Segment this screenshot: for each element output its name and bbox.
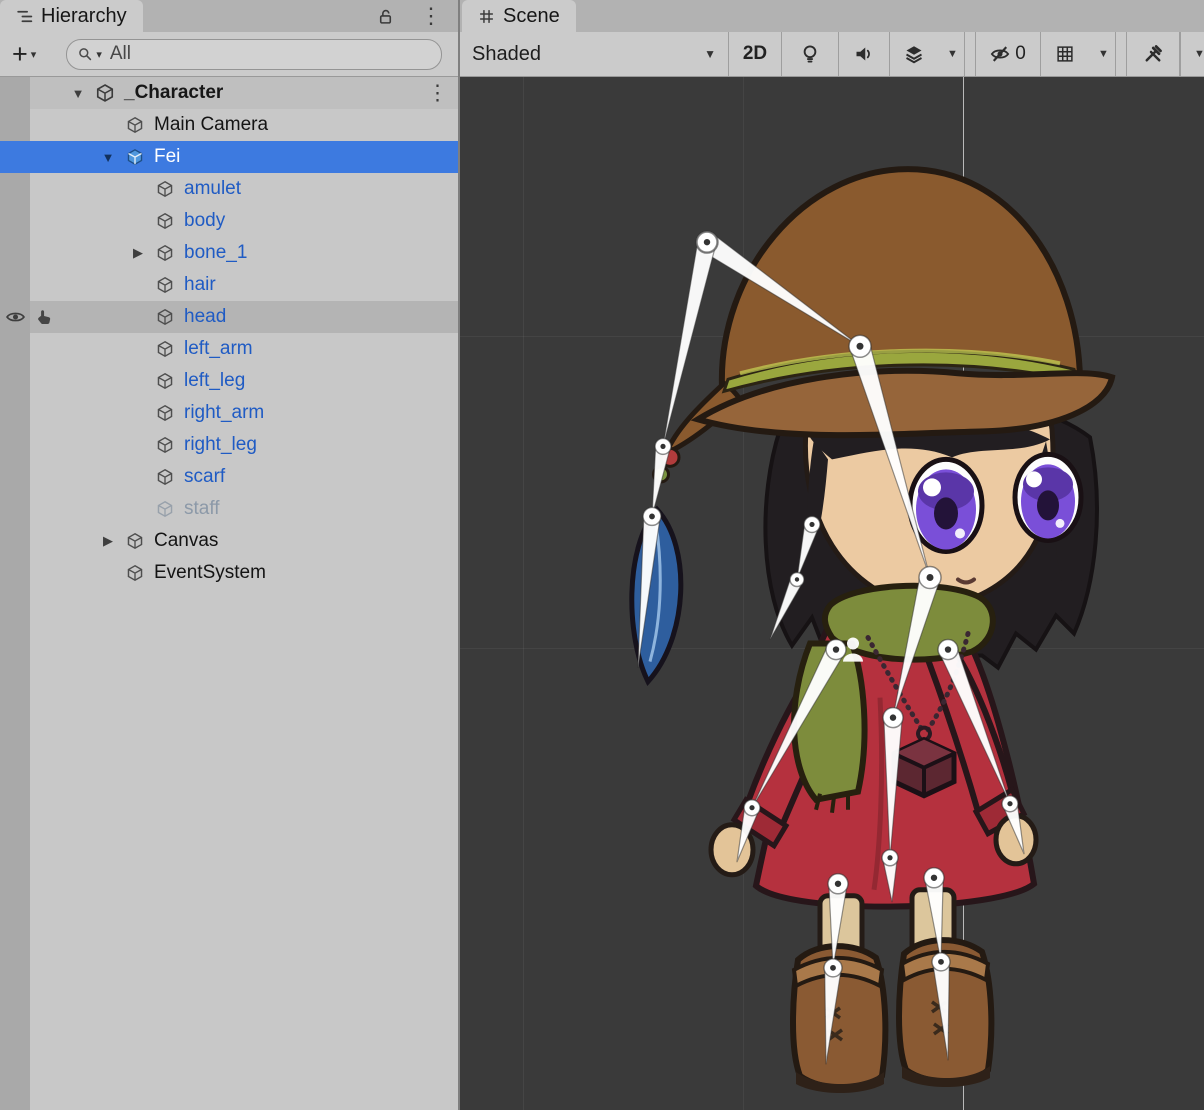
prefab-cube-icon <box>122 148 148 166</box>
tool-settings-button[interactable] <box>1126 32 1180 76</box>
expand-triangle-icon[interactable]: ▼ <box>64 86 92 101</box>
grid-visibility-button[interactable] <box>1041 32 1089 76</box>
hierarchy-toolbar: + ▾ ▾ <box>0 32 458 77</box>
gameobject-cube-icon <box>122 116 148 134</box>
grid-snap-icon <box>1055 44 1075 64</box>
light-bulb-icon <box>800 44 820 64</box>
audio-toggle-button[interactable] <box>839 32 890 76</box>
scene-tab-bar: Scene <box>460 0 1204 32</box>
character-sprite-fei <box>460 77 1204 1110</box>
gameobject-cube-icon <box>152 276 178 294</box>
hierarchy-item-amulet[interactable]: amulet <box>0 173 458 205</box>
tab-scene-label: Scene <box>503 5 560 28</box>
wizard-hat <box>666 169 1112 453</box>
chevron-down-icon: ▼ <box>947 48 958 60</box>
audio-speaker-icon <box>854 44 874 64</box>
gameobject-cube-icon <box>152 244 178 262</box>
hierarchy-item-bone-1[interactable]: ▶ bone_1 <box>0 237 458 269</box>
gameobject-cube-icon <box>152 500 178 518</box>
scene-grid-icon <box>478 8 495 25</box>
scene-panel: Scene Shaded ▼ 2D ▼ <box>458 0 1204 1110</box>
create-object-button[interactable]: + ▾ <box>8 41 40 68</box>
scene-name-label: _Character <box>124 82 223 104</box>
hierarchy-item-canvas[interactable]: ▶ Canvas <box>0 525 458 557</box>
hidden-count-label: 0 <box>1015 43 1026 65</box>
hierarchy-item-right-arm[interactable]: right_arm <box>0 397 458 429</box>
unity-logo-icon <box>92 83 118 103</box>
hierarchy-item-scarf[interactable]: scarf <box>0 461 458 493</box>
unity-editor: Hierarchy ⋮ + ▾ ▾ ▼ <box>0 0 1204 1110</box>
chevron-down-icon: ▼ <box>704 47 716 61</box>
gameobject-cube-icon <box>152 404 178 422</box>
2d-toggle-button[interactable]: 2D <box>729 32 782 76</box>
right-eye <box>1015 454 1081 540</box>
hierarchy-item-right-leg[interactable]: right_leg <box>0 429 458 461</box>
chevron-down-icon: ▼ <box>1098 48 1109 60</box>
left-eye <box>910 459 982 551</box>
search-input[interactable] <box>108 42 431 66</box>
gameobject-cube-icon <box>152 308 178 326</box>
hierarchy-panel: Hierarchy ⋮ + ▾ ▾ ▼ <box>0 0 458 1110</box>
expand-triangle-icon[interactable]: ▼ <box>94 150 122 165</box>
expand-triangle-icon[interactable]: ▶ <box>124 245 152 261</box>
plus-icon: + <box>12 41 28 68</box>
chevron-down-icon: ▾ <box>31 48 37 61</box>
hierarchy-item-head[interactable]: head <box>0 301 458 333</box>
gameobject-cube-icon <box>152 180 178 198</box>
search-icon <box>77 46 93 62</box>
unlocked-padlock-icon[interactable] <box>377 8 394 25</box>
draw-mode-dropdown[interactable]: Shaded ▼ <box>460 32 729 76</box>
effects-layers-icon <box>904 44 924 64</box>
gameobject-cube-icon <box>152 436 178 454</box>
hierarchy-item-fei[interactable]: ▼ Fei <box>0 141 458 173</box>
scene-visibility-button[interactable]: 0 <box>975 32 1041 76</box>
hierarchy-search-box[interactable]: ▾ <box>66 39 442 70</box>
search-filter-caret-icon[interactable]: ▾ <box>96 48 102 61</box>
hierarchy-tree[interactable]: ▼ _Character ⋮ Main Camera ▼ <box>0 77 458 1110</box>
tab-scene[interactable]: Scene <box>462 0 576 32</box>
eye-off-icon <box>990 44 1010 64</box>
hierarchy-item-character-scene[interactable]: ▼ _Character ⋮ <box>0 77 458 109</box>
hierarchy-item-hair[interactable]: hair <box>0 269 458 301</box>
gameobject-cube-icon <box>122 532 148 550</box>
gameobject-cube-icon <box>152 468 178 486</box>
tools-wrench-icon <box>1143 44 1163 64</box>
effects-dropdown-button[interactable]: ▼ <box>938 32 965 76</box>
overflow-dropdown-button[interactable]: ▼ <box>1180 32 1204 76</box>
chevron-down-icon: ▼ <box>1194 48 1204 60</box>
expand-triangle-icon[interactable]: ▶ <box>94 533 122 549</box>
effects-toggle-button[interactable] <box>890 32 938 76</box>
hierarchy-item-eventsystem[interactable]: EventSystem <box>0 557 458 589</box>
hierarchy-item-left-arm[interactable]: left_arm <box>0 333 458 365</box>
hierarchy-item-left-leg[interactable]: left_leg <box>0 365 458 397</box>
hierarchy-item-main-camera[interactable]: Main Camera <box>0 109 458 141</box>
hierarchy-tab-bar: Hierarchy ⋮ <box>0 0 458 32</box>
hierarchy-list-icon <box>16 8 33 25</box>
scene-options-icon[interactable]: ⋮ <box>427 81 448 106</box>
gameobject-cube-icon <box>152 340 178 358</box>
panel-menu-icon[interactable]: ⋮ <box>420 5 442 27</box>
gameobject-cube-icon <box>152 372 178 390</box>
scene-toolbar: Shaded ▼ 2D ▼ 0 <box>460 32 1204 77</box>
gameobject-cube-icon <box>122 564 148 582</box>
hierarchy-item-body[interactable]: body <box>0 205 458 237</box>
pickability-hand-icon[interactable] <box>36 309 53 326</box>
lighting-toggle-button[interactable] <box>782 32 839 76</box>
scene-viewport[interactable] <box>460 77 1204 1110</box>
tab-hierarchy[interactable]: Hierarchy <box>0 0 143 32</box>
grid-dropdown-button[interactable]: ▼ <box>1089 32 1116 76</box>
visibility-eye-icon[interactable] <box>6 310 25 324</box>
gameobject-cube-icon <box>152 212 178 230</box>
hierarchy-item-staff[interactable]: staff <box>0 493 458 525</box>
tab-hierarchy-label: Hierarchy <box>41 5 127 28</box>
